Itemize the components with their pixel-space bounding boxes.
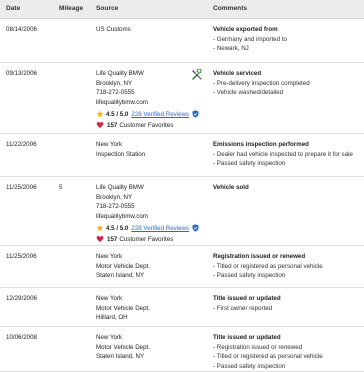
favorites-count: 157 xyxy=(107,121,118,129)
row-date: 10/06/2008 xyxy=(6,334,37,341)
wrench-screwdriver-icon xyxy=(192,69,202,80)
comment-line: - Titled or registered as personal vehic… xyxy=(213,262,323,270)
source-line: Brooklyn, NY xyxy=(96,193,133,201)
comment-line: - Dealer had vehicle inspected to prepar… xyxy=(213,150,353,158)
source-line: 718-272-0555 xyxy=(96,89,135,97)
comment-title: Registration issued or renewed xyxy=(213,253,306,260)
table-row: 08/14/2006 US Customs Vehicle exported fro… xyxy=(0,19,364,63)
rating-score: 4.5 / 5.0 xyxy=(106,110,129,118)
row-comments: Registration issued or renewed - Titled o… xyxy=(213,252,323,281)
row-comments: Emissions inspection performed - Dealer h… xyxy=(213,140,353,169)
row-source: Life Quality BMW Brooklyn, NY 718-272-0555… xyxy=(96,183,199,244)
favorites-label: Customer Favorites xyxy=(119,235,174,243)
star-icon xyxy=(96,111,104,118)
row-source: New York Motor Vehicle Dept. Staten Island… xyxy=(96,252,150,281)
row-date: 11/22/2006 xyxy=(6,141,37,148)
row-comments: Vehicle sold xyxy=(213,183,249,193)
row-comments: Title issued or updated - Registration is… xyxy=(213,333,323,371)
source-line: Motor Vehicle Dept. xyxy=(96,343,150,351)
favorites-label: Customer Favorites xyxy=(119,121,174,129)
heart-icon xyxy=(96,122,104,129)
table-body: 08/14/2006 US Customs Vehicle exported fro… xyxy=(0,19,364,372)
row-date: 08/14/2006 xyxy=(6,26,37,33)
header-mileage: Mileage xyxy=(59,5,84,12)
comment-line: - Passed safety inspection xyxy=(213,362,286,370)
favorites-count: 157 xyxy=(107,235,118,243)
source-line: Brooklyn, NY xyxy=(96,79,133,87)
row-date: 12/29/2006 xyxy=(6,295,37,302)
table-row: 10/06/2008 New York Motor Vehicle Dept. Sta… xyxy=(0,327,364,372)
row-comments: Vehicle exported from - Germany and impor… xyxy=(213,25,287,54)
source-line: New York xyxy=(96,141,123,148)
source-line: Motor Vehicle Dept. xyxy=(96,262,150,270)
comment-title: Vehicle serviced xyxy=(213,70,262,77)
comment-title: Title issued or updated xyxy=(213,295,281,302)
comment-line: - Newark, NJ xyxy=(213,45,249,53)
customer-favorites: 157 Customer Favorites xyxy=(96,120,199,130)
comment-line: - First owner reported xyxy=(213,304,273,312)
row-comments: Title issued or updated - First owner rep… xyxy=(213,294,281,313)
source-line: Staten Island, NY xyxy=(96,353,145,361)
comment-line: - Passed safety inspection xyxy=(213,160,286,168)
star-icon xyxy=(96,225,104,232)
source-website: lifequalitybmw.com xyxy=(96,98,148,106)
rating-score: 4.5 / 5.0 xyxy=(106,224,129,232)
comment-line: - Passed safety inspection xyxy=(213,272,286,280)
comment-line: - Vehicle washed/detailed xyxy=(213,89,284,97)
table-header: Date Mileage Source Comments xyxy=(0,0,364,19)
row-date: 11/25/2006 xyxy=(6,253,37,260)
dealer-rating: 4.5 / 5.0 228 Verified Reviews xyxy=(96,109,199,119)
comment-title: Emissions inspection performed xyxy=(213,141,309,148)
source-line: Hilliard, OH xyxy=(96,314,128,322)
header-source: Source xyxy=(96,5,119,12)
vehicle-history-table: Date Mileage Source Comments 08/14/2006 U… xyxy=(0,0,364,372)
header-date: Date xyxy=(6,5,21,12)
source-website: lifequalitybmw.com xyxy=(96,212,148,220)
source-line: Life Quality BMW xyxy=(96,70,144,77)
dealer-rating: 4.5 / 5.0 228 Verified Reviews xyxy=(96,223,199,233)
table-row: 11/25/2006 5 Life Quality BMW Brooklyn, NY 7… xyxy=(0,177,364,246)
source-line: US Customs xyxy=(96,26,131,33)
row-mileage: 5 xyxy=(59,184,63,191)
verified-shield-icon xyxy=(192,110,199,119)
customer-favorites: 157 Customer Favorites xyxy=(96,234,199,244)
source-line: New York xyxy=(96,334,123,341)
source-line: Life Quality BMW xyxy=(96,184,144,191)
row-comments: Vehicle serviced - Pre-delivery inspectio… xyxy=(213,69,310,98)
comment-line: - Germany and imported to xyxy=(213,35,287,43)
table-row: 11/22/2006 New York Inspection Station Emis… xyxy=(0,134,364,177)
comment-line: - Titled or registered as personal vehic… xyxy=(213,353,323,361)
comment-title: Vehicle exported from xyxy=(213,26,278,33)
table-row: 09/13/2006 Life Quality BMW Brooklyn, NY 71… xyxy=(0,63,364,134)
source-line: Staten Island, NY xyxy=(96,272,145,280)
comment-title: Title issued or updated xyxy=(213,334,281,341)
row-source: New York Inspection Station xyxy=(96,140,145,159)
table-row: 11/25/2006 New York Motor Vehicle Dept. Sta… xyxy=(0,246,364,288)
source-line: Inspection Station xyxy=(96,150,146,158)
row-source: New York Motor Vehicle Dept. Hilliard, OH xyxy=(96,294,150,323)
source-line: 718-272-0555 xyxy=(96,203,135,211)
comment-line: - Registration issued or renewed xyxy=(213,343,303,351)
source-line: New York xyxy=(96,253,123,260)
comment-line: - Pre-delivery inspection completed xyxy=(213,79,310,87)
heart-icon xyxy=(96,236,104,243)
verified-reviews-link[interactable]: 228 Verified Reviews xyxy=(131,110,189,120)
verified-reviews-link[interactable]: 228 Verified Reviews xyxy=(131,224,189,234)
source-line: Motor Vehicle Dept. xyxy=(96,304,150,312)
row-source: Life Quality BMW Brooklyn, NY 718-272-0555… xyxy=(96,69,199,130)
source-line: New York xyxy=(96,295,123,302)
comment-title: Vehicle sold xyxy=(213,184,249,191)
row-date: 11/25/2006 xyxy=(6,184,37,191)
header-comments: Comments xyxy=(213,5,248,12)
row-source: US Customs xyxy=(96,25,131,35)
table-row: 12/29/2006 New York Motor Vehicle Dept. Hil… xyxy=(0,288,364,327)
row-source: New York Motor Vehicle Dept. Staten Island… xyxy=(96,333,150,362)
row-date: 09/13/2006 xyxy=(6,70,37,77)
verified-shield-icon xyxy=(192,224,199,233)
